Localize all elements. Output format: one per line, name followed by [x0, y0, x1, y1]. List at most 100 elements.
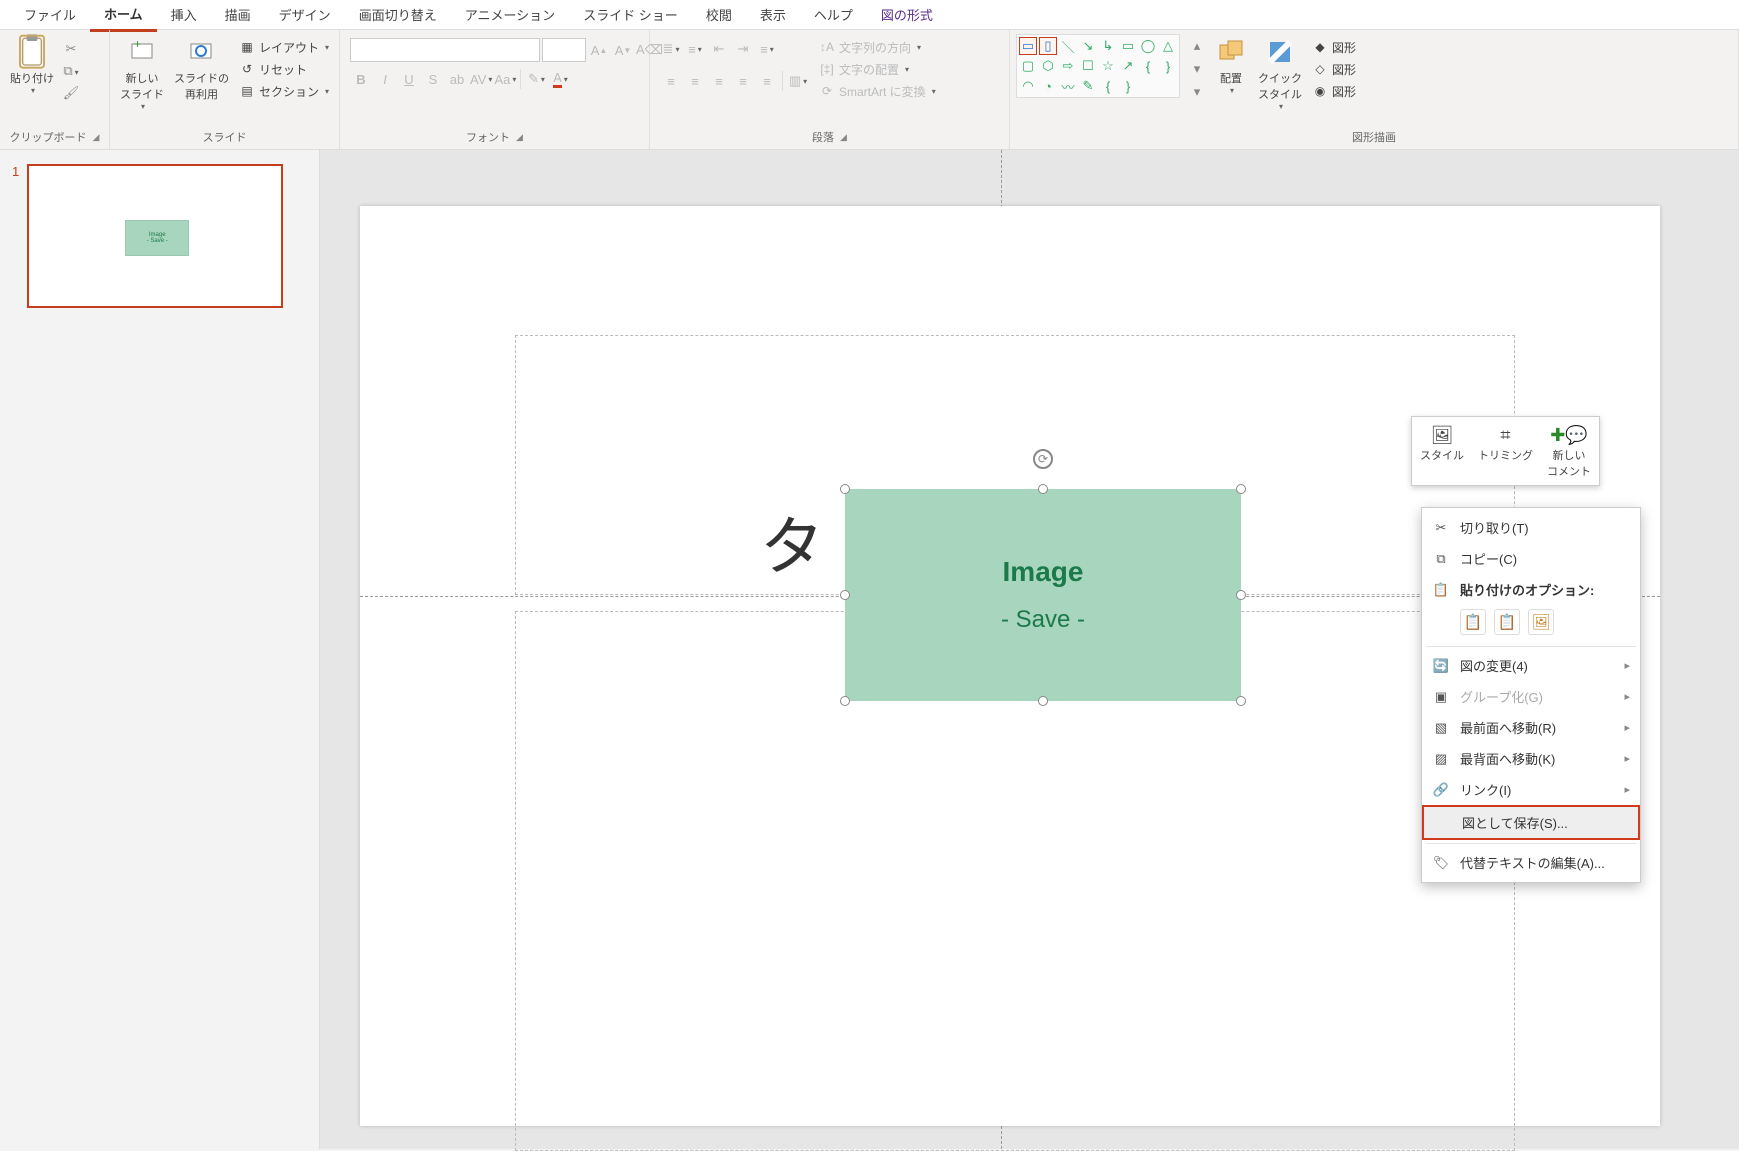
indent-button[interactable]: ⇥ — [732, 38, 754, 60]
shape-connector[interactable]: ↳ — [1099, 37, 1117, 55]
shape-line[interactable]: ＼ — [1059, 37, 1077, 55]
text-direction-button[interactable]: ↕A文字列の方向▾ — [815, 36, 940, 58]
font-color-button[interactable]: A▾ — [549, 68, 571, 90]
shape-arc[interactable]: ◠ — [1019, 77, 1037, 95]
selected-image[interactable]: ⟳ Image - Save - — [845, 489, 1241, 701]
tab-view[interactable]: 表示 — [746, 0, 800, 30]
italic-button[interactable]: I — [374, 68, 396, 90]
resize-handle-bc[interactable] — [1038, 696, 1048, 706]
font-name-input[interactable] — [350, 38, 540, 62]
tab-file[interactable]: ファイル — [10, 0, 90, 30]
layout-button[interactable]: ▦レイアウト▾ — [235, 36, 333, 58]
quick-styles-button[interactable]: クイック スタイル▾ — [1254, 34, 1306, 113]
reset-button[interactable]: ↺リセット — [235, 58, 333, 80]
paste-keep-source[interactable]: 📋 — [1460, 609, 1486, 635]
paste-button[interactable]: 貼り付け ▾ — [6, 34, 58, 97]
shape-arrow2[interactable]: ↗ — [1119, 57, 1137, 75]
resize-handle-mr[interactable] — [1236, 590, 1246, 600]
shadow-button[interactable]: ab — [446, 68, 468, 90]
change-case-button[interactable]: Aa▾ — [494, 68, 516, 90]
mini-style-button[interactable]: 🖼スタイル — [1416, 421, 1468, 481]
menu-bring-to-front[interactable]: ▧最前面へ移動(R)▸ — [1422, 712, 1640, 743]
align-center-button[interactable]: ≡ — [684, 70, 706, 92]
distribute-button[interactable]: ≡ — [756, 70, 778, 92]
highlight-button[interactable]: ✎▾ — [525, 68, 547, 90]
paste-merge[interactable]: 📋 — [1494, 609, 1520, 635]
shape-curve[interactable]: 〰 — [1059, 77, 1077, 95]
tab-insert[interactable]: 挿入 — [157, 0, 211, 30]
menu-save-as-picture[interactable]: 図として保存(S)... — [1422, 805, 1640, 840]
gallery-up[interactable]: ▴ — [1186, 35, 1208, 57]
clipboard-launcher[interactable]: ◢ — [93, 132, 100, 143]
strike-button[interactable]: S — [422, 68, 444, 90]
arrange-button[interactable]: 配置▾ — [1210, 34, 1252, 97]
section-button[interactable]: ▤セクション▾ — [235, 80, 333, 102]
shape-free[interactable]: ✎ — [1079, 77, 1097, 95]
convert-smartart-button[interactable]: ⟳SmartArt に変換▾ — [815, 80, 940, 102]
tab-help[interactable]: ヘルプ — [800, 0, 867, 30]
shape-vtextbox[interactable]: ▯ — [1039, 37, 1057, 55]
font-launcher[interactable]: ◢ — [516, 132, 523, 143]
menu-copy[interactable]: ⧉コピー(C) — [1422, 543, 1640, 574]
format-painter-button[interactable]: 🖌 — [60, 82, 82, 104]
slide-editor[interactable]: タ ⟳ Image - Save - 🖼スタイル ⌗トリミング ✚💬新しい コメ… — [320, 150, 1739, 1149]
shape-brace3[interactable]: { — [1099, 77, 1117, 95]
gallery-more[interactable]: ▾ — [1186, 81, 1208, 103]
shape-triangle[interactable]: △ — [1159, 37, 1177, 55]
shape-outline-button[interactable]: ◇図形 — [1308, 58, 1360, 80]
shapes-gallery[interactable]: ▭ ▯ ＼ ↘ ↳ ▭ ◯ △ ▢ ⬡ ⇨ ☐ ☆ ↗ { } ◠ ◔ 〰 ✎ — [1016, 34, 1180, 98]
tab-design[interactable]: デザイン — [265, 0, 345, 30]
resize-handle-tc[interactable] — [1038, 484, 1048, 494]
shape-brace1[interactable]: { — [1139, 57, 1157, 75]
align-left-button[interactable]: ≡ — [660, 70, 682, 92]
font-size-input[interactable] — [542, 38, 586, 62]
shape-fill-button[interactable]: ◆図形 — [1308, 36, 1360, 58]
line-spacing-button[interactable]: ≡▾ — [756, 38, 778, 60]
menu-change-picture[interactable]: 🔄図の変更(4)▸ — [1422, 650, 1640, 681]
tab-transitions[interactable]: 画面切り替え — [345, 0, 451, 30]
shape-rarrow[interactable]: ⇨ — [1059, 57, 1077, 75]
bold-button[interactable]: B — [350, 68, 372, 90]
shape-textbox[interactable]: ▭ — [1019, 37, 1037, 55]
new-slide-button[interactable]: + 新しい スライド▾ — [116, 34, 168, 113]
paste-picture[interactable]: 🖼 — [1528, 609, 1554, 635]
underline-button[interactable]: U — [398, 68, 420, 90]
char-spacing-button[interactable]: AV▾ — [470, 68, 492, 90]
resize-handle-tr[interactable] — [1236, 484, 1246, 494]
shape-oval[interactable]: ◯ — [1139, 37, 1157, 55]
increase-font-button[interactable]: A▲ — [588, 39, 610, 61]
numbering-button[interactable]: ≡▾ — [684, 38, 706, 60]
gallery-down[interactable]: ▾ — [1186, 58, 1208, 80]
decrease-font-button[interactable]: A▼ — [612, 39, 634, 61]
shape-rect[interactable]: ▭ — [1119, 37, 1137, 55]
menu-edit-alt-text[interactable]: 🏷代替テキストの編集(A)... — [1422, 847, 1640, 878]
outdent-button[interactable]: ⇤ — [708, 38, 730, 60]
shape-callout[interactable]: ☐ — [1079, 57, 1097, 75]
shape-pie[interactable]: ◔ — [1039, 77, 1057, 95]
tab-draw[interactable]: 描画 — [211, 0, 265, 30]
shape-brace4[interactable]: } — [1119, 77, 1137, 95]
shape-hex[interactable]: ⬡ — [1039, 57, 1057, 75]
resize-handle-br[interactable] — [1236, 696, 1246, 706]
rotation-handle[interactable]: ⟳ — [1033, 449, 1053, 469]
resize-handle-tl[interactable] — [840, 484, 850, 494]
shape-arrowline[interactable]: ↘ — [1079, 37, 1097, 55]
paragraph-launcher[interactable]: ◢ — [840, 132, 847, 143]
menu-cut[interactable]: ✂切り取り(T) — [1422, 512, 1640, 543]
tab-review[interactable]: 校閲 — [692, 0, 746, 30]
tab-slideshow[interactable]: スライド ショー — [569, 0, 692, 30]
align-right-button[interactable]: ≡ — [708, 70, 730, 92]
resize-handle-ml[interactable] — [840, 590, 850, 600]
justify-button[interactable]: ≡ — [732, 70, 754, 92]
mini-crop-button[interactable]: ⌗トリミング — [1474, 421, 1537, 481]
align-text-button[interactable]: [‡]文字の配置▾ — [815, 58, 940, 80]
tab-home[interactable]: ホーム — [90, 0, 157, 32]
bullets-button[interactable]: ≣▾ — [660, 38, 682, 60]
resize-handle-bl[interactable] — [840, 696, 850, 706]
reuse-slides-button[interactable]: スライドの 再利用 — [170, 34, 233, 104]
mini-comment-button[interactable]: ✚💬新しい コメント — [1543, 421, 1595, 481]
tab-animations[interactable]: アニメーション — [451, 0, 569, 30]
shape-effects-button[interactable]: ◉図形 — [1308, 80, 1360, 102]
menu-send-to-back[interactable]: ▨最背面へ移動(K)▸ — [1422, 743, 1640, 774]
slide-thumbnail-1[interactable]: 1 Image - Save - — [12, 164, 307, 308]
